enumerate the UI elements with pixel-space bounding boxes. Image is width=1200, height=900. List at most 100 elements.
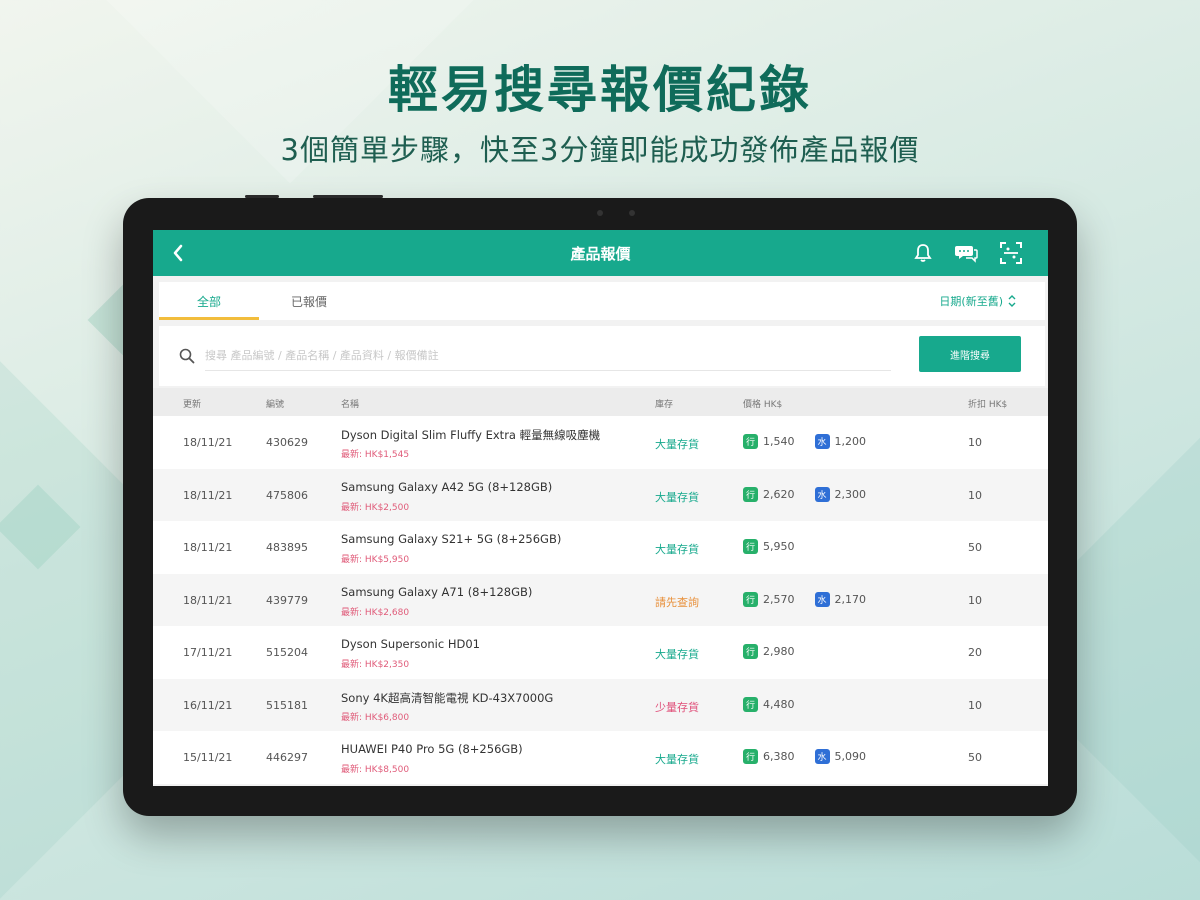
row-product-name: Dyson Supersonic HD01: [341, 637, 480, 651]
sort-dropdown[interactable]: 日期(新至舊): [939, 282, 1045, 320]
chat-icon: [955, 246, 978, 263]
back-button[interactable]: [153, 230, 203, 276]
row-discount: 50: [968, 751, 982, 764]
row-stock-status: 大量存貨: [655, 490, 699, 504]
row-stock-status: 大量存貨: [655, 543, 699, 556]
row-stock-status: 少量存貨: [655, 700, 699, 714]
row-price-retail: 2,980: [763, 645, 795, 658]
bell-icon: [914, 244, 932, 262]
row-price-retail: 1,540: [763, 435, 795, 448]
row-latest-price: 最新: HK$1,545: [341, 450, 410, 460]
row-stock-status: 請先查詢: [655, 595, 699, 609]
row-product-name: Samsung Galaxy A42 5G (8+128GB): [341, 479, 553, 494]
table-row[interactable]: 15/11/21 446297 HUAWEI P40 Pro 5G (8+256GB…: [153, 731, 1048, 784]
row-stock-status: 大量存貨: [655, 753, 699, 766]
row-price-parallel: 2,170: [834, 592, 867, 606]
row-price-parallel: 2,300: [834, 487, 867, 501]
header-name: 名稱: [341, 400, 360, 410]
app-screen: 產品報價 全部 已報價 日期(新至舊) 搜尋 產品編號 / 產品名稱 / 產品資…: [153, 230, 1048, 786]
row-prices: 行 2,980: [743, 644, 795, 659]
row-discount: 10: [968, 436, 982, 449]
header-actions: [914, 242, 1048, 264]
row-product-name: Sony 4K超高清智能電視 KD-43X7000G: [341, 690, 554, 705]
row-latest-price: 最新: HK$5,950: [341, 555, 410, 565]
row-date: 18/11/21: [183, 488, 233, 502]
row-latest-price: 最新: HK$2,680: [341, 607, 410, 618]
row-prices: 行 5,950: [743, 539, 795, 554]
header-code: 編號: [266, 400, 285, 410]
header-stock: 庫存: [655, 400, 674, 410]
table-row[interactable]: 18/11/21 475806 Samsung Galaxy A42 5G (8+1…: [153, 468, 1048, 521]
row-discount: 10: [968, 698, 982, 712]
retail-badge-icon: 行: [743, 644, 758, 659]
retail-badge-icon: 行: [743, 696, 758, 712]
quote-table: 更新 編號 名稱 庫存 價格 HK$ 折扣 HK$ 18/11/21 430629…: [153, 388, 1048, 784]
row-prices: 行 1,540 水 1,200: [743, 434, 866, 449]
row-price-parallel: 1,200: [834, 435, 867, 448]
promo-subtitle: 3個簡單步驟，快至3分鐘即能成功發佈產品報價: [280, 133, 920, 167]
table-header: 更新 編號 名稱 庫存 價格 HK$ 折扣 HK$: [153, 388, 1048, 416]
row-date: 18/11/21: [183, 436, 233, 449]
row-code: 475806: [266, 488, 308, 502]
row-code: 446297: [266, 751, 308, 764]
parallel-badge-icon: 水: [814, 591, 830, 607]
tab-quoted[interactable]: 已報價: [259, 282, 359, 320]
table-row[interactable]: 18/11/21 439779 Samsung Galaxy A71 (8+128G…: [153, 573, 1048, 626]
row-product-name: Dyson Digital Slim Fluffy Extra 輕量無線吸塵機: [341, 428, 601, 442]
table-row[interactable]: 16/11/21 515181 Sony 4K超高清智能電視 KD-43X7000G…: [153, 678, 1048, 731]
row-date: 18/11/21: [183, 593, 233, 607]
scan-button[interactable]: [1000, 242, 1022, 264]
table-body: 18/11/21 430629 Dyson Digital Slim Fluffy …: [153, 416, 1048, 784]
row-code: 515181: [266, 698, 308, 712]
notifications-button[interactable]: [914, 243, 932, 263]
row-price-retail: 5,950: [763, 540, 795, 553]
row-product-name: Samsung Galaxy A71 (8+128GB): [341, 584, 533, 599]
parallel-badge-icon: 水: [814, 486, 830, 502]
row-code: 483895: [266, 541, 308, 554]
row-discount: 20: [968, 646, 982, 659]
promo-title: 輕易搜尋報價紀錄: [388, 61, 812, 119]
header-price: 價格 HK$: [743, 400, 783, 410]
app-header: 產品報價: [153, 230, 1048, 276]
row-product-name: HUAWEI P40 Pro 5G (8+256GB): [341, 742, 523, 756]
sensor-icon: [629, 210, 635, 216]
row-code: 515204: [266, 646, 308, 659]
table-row[interactable]: 17/11/21 515204 Dyson Supersonic HD01 最新: H…: [153, 626, 1048, 679]
tablet-side-button: [313, 195, 383, 198]
table-row[interactable]: 18/11/21 430629 Dyson Digital Slim Fluffy …: [153, 416, 1048, 469]
row-prices: 行 2,570 水 2,170: [743, 591, 867, 607]
retail-badge-icon: 行: [743, 749, 758, 764]
row-price-retail: 4,480: [763, 697, 795, 711]
row-discount: 10: [968, 488, 982, 502]
sort-arrows-icon: [1008, 295, 1016, 307]
row-discount: 10: [968, 593, 982, 607]
row-latest-price: 最新: HK$8,500: [341, 765, 410, 775]
row-latest-price: 最新: HK$2,500: [341, 502, 410, 513]
sort-label: 日期(新至舊): [939, 295, 1003, 308]
search-input[interactable]: [205, 341, 891, 371]
row-prices: 行 6,380 水 5,090: [743, 749, 866, 764]
row-date: 18/11/21: [183, 541, 233, 554]
scan-icon: [1000, 242, 1022, 264]
row-discount: 50: [968, 541, 982, 554]
row-prices: 行 2,620 水 2,300: [743, 486, 867, 502]
retail-badge-icon: 行: [743, 486, 758, 502]
table-row[interactable]: 18/11/21 483895 Samsung Galaxy S21+ 5G (8+…: [153, 521, 1048, 574]
tab-all[interactable]: 全部: [159, 282, 259, 320]
search-icon: [179, 348, 195, 364]
back-chevron-icon: [173, 244, 183, 262]
row-latest-price: 最新: HK$6,800: [341, 712, 410, 723]
parallel-badge-icon: 水: [814, 434, 830, 449]
header-updated: 更新: [183, 400, 202, 410]
row-date: 16/11/21: [183, 698, 233, 712]
row-price-parallel: 5,090: [834, 750, 867, 763]
filter-tabs: 全部 已報價 日期(新至舊): [159, 282, 1045, 320]
row-latest-price: 最新: HK$2,350: [341, 660, 410, 670]
retail-badge-icon: 行: [743, 434, 758, 449]
retail-badge-icon: 行: [743, 539, 758, 554]
row-price-retail: 2,570: [763, 592, 795, 606]
tablet-frame: 產品報價 全部 已報價 日期(新至舊) 搜尋 產品編號 / 產品名稱 / 產品資…: [123, 195, 1077, 816]
advanced-search-button[interactable]: 進階搜尋: [919, 336, 1021, 372]
row-product-name: Samsung Galaxy S21+ 5G (8+256GB): [341, 532, 562, 546]
messages-button[interactable]: [954, 243, 978, 263]
